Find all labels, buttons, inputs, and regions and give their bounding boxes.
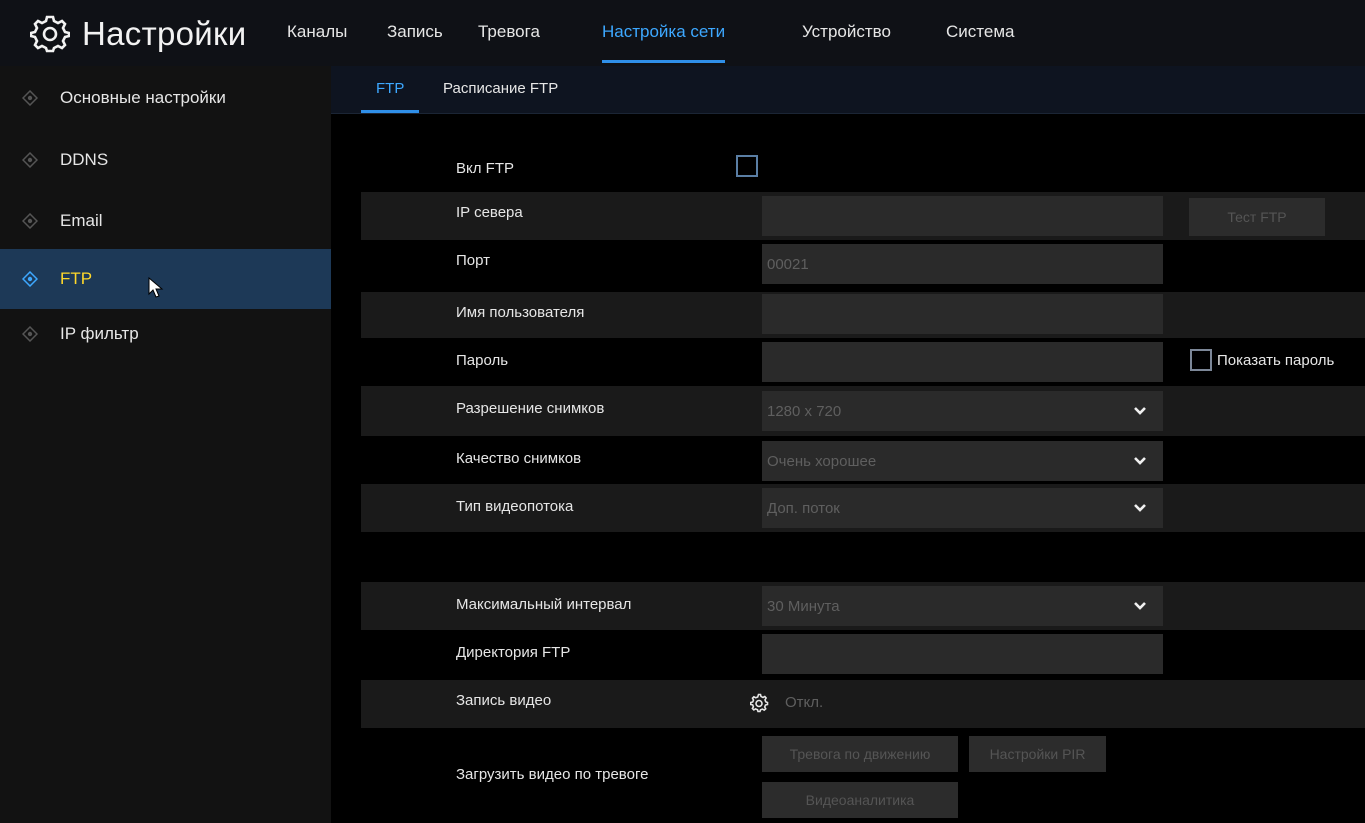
chevron-down-icon: [1134, 602, 1146, 610]
show-password-label: Показать пароль: [1217, 352, 1335, 369]
subtab-bar: FTP Расписание FTP: [331, 66, 1365, 114]
subtab-ftp-schedule[interactable]: Расписание FTP: [443, 80, 558, 97]
show-password-checkbox[interactable]: [1190, 349, 1212, 371]
username-input[interactable]: [762, 294, 1163, 334]
row-max-interval: Максимальный интервал 30 Минута: [361, 582, 1365, 630]
app-title: Настройки: [30, 12, 247, 56]
snapshot-resolution-label: Разрешение снимков: [456, 400, 605, 417]
max-interval-select[interactable]: 30 Минута: [762, 586, 1163, 626]
sidebar-item-label: FTP: [60, 269, 93, 288]
tab-record[interactable]: Запись: [387, 22, 443, 62]
stream-type-label: Тип видеопотока: [456, 498, 574, 515]
tab-system[interactable]: Система: [946, 22, 1014, 62]
ftp-directory-label: Директория FTP: [456, 644, 571, 661]
sidebar-item-email[interactable]: Email: [0, 191, 331, 251]
sidebar-item-label: Email: [60, 211, 103, 230]
page-title: Настройки: [82, 15, 247, 52]
sidebar-item-label: IP фильтр: [60, 324, 139, 343]
snapshot-quality-select[interactable]: Очень хорошее: [762, 441, 1163, 481]
enable-ftp-checkbox[interactable]: [736, 155, 758, 177]
diamond-icon: [22, 152, 38, 168]
row-alarm-upload: Загрузить видео по тревоге Тревога по дв…: [361, 728, 1365, 823]
snapshot-quality-value: Очень хорошее: [767, 452, 877, 470]
chevron-down-icon: [1134, 407, 1146, 415]
row-enable-ftp: Вкл FTP: [361, 146, 1365, 192]
server-ip-label: IP севера: [456, 204, 523, 221]
row-stream-type: Тип видеопотока Доп. поток: [361, 484, 1365, 532]
subtab-ftp[interactable]: FTP: [360, 80, 420, 113]
stream-type-value: Доп. поток: [767, 499, 840, 517]
test-ftp-button[interactable]: Тест FTP: [1189, 198, 1325, 236]
sidebar-item-ip-filter[interactable]: IP фильтр: [0, 304, 331, 364]
content-panel: FTP Расписание FTP Вкл FTP IP севера Тес…: [331, 66, 1365, 823]
tab-alarm[interactable]: Тревога: [478, 22, 540, 62]
port-input[interactable]: 00021: [762, 244, 1163, 284]
row-server-ip: IP севера Тест FTP: [361, 192, 1365, 240]
enable-ftp-label: Вкл FTP: [456, 160, 514, 177]
sidebar: Основные настройки DDNS Email FTP IP фил…: [0, 66, 331, 823]
row-username: Имя пользователя: [361, 292, 1365, 338]
sidebar-item-label: DDNS: [60, 150, 109, 169]
diamond-icon: [22, 213, 38, 229]
ftp-directory-input[interactable]: [762, 634, 1163, 674]
video-record-value: Откл.: [785, 694, 824, 711]
row-port: Порт 00021: [361, 240, 1365, 288]
motion-alarm-button[interactable]: Тревога по движению: [762, 736, 958, 772]
max-interval-value: 30 Минута: [767, 597, 840, 615]
sidebar-item-ddns[interactable]: DDNS: [0, 130, 331, 190]
row-video-record: Запись видео Откл.: [361, 680, 1365, 728]
mouse-cursor-icon: [148, 277, 164, 298]
sidebar-item-ftp[interactable]: FTP: [0, 249, 331, 309]
row-snapshot-quality: Качество снимков Очень хорошее: [361, 436, 1365, 484]
tab-network[interactable]: Настройка сети: [602, 22, 726, 63]
diamond-icon: [22, 90, 38, 106]
video-analytics-button[interactable]: Видеоаналитика: [762, 782, 958, 818]
tab-device[interactable]: Устройство: [802, 22, 891, 62]
snapshot-resolution-value: 1280 x 720: [767, 402, 842, 420]
top-bar: Настройки Каналы Запись Тревога Настройк…: [0, 0, 1365, 66]
video-record-label: Запись видео: [456, 692, 552, 709]
snapshot-resolution-select[interactable]: 1280 x 720: [762, 391, 1163, 431]
port-label: Порт: [456, 252, 491, 269]
username-label: Имя пользователя: [456, 304, 585, 321]
row-ftp-directory: Директория FTP: [361, 630, 1365, 678]
diamond-icon: [22, 326, 38, 342]
row-password: Пароль Показать пароль: [361, 338, 1365, 386]
gear-icon[interactable]: [749, 693, 769, 713]
server-ip-input[interactable]: [762, 196, 1163, 236]
snapshot-quality-label: Качество снимков: [456, 450, 582, 467]
gear-icon: [30, 15, 70, 53]
tab-channels[interactable]: Каналы: [287, 22, 347, 62]
chevron-down-icon: [1134, 457, 1146, 465]
alarm-upload-label: Загрузить видео по тревоге: [456, 766, 649, 783]
stream-type-select[interactable]: Доп. поток: [762, 488, 1163, 528]
max-interval-label: Максимальный интервал: [456, 596, 632, 613]
chevron-down-icon: [1134, 504, 1146, 512]
sidebar-item-label: Основные настройки: [60, 88, 226, 107]
password-input[interactable]: [762, 342, 1163, 382]
sidebar-item-basic[interactable]: Основные настройки: [0, 68, 331, 128]
diamond-icon: [22, 271, 38, 287]
pir-settings-button[interactable]: Настройки PIR: [969, 736, 1106, 772]
row-snapshot-resolution: Разрешение снимков 1280 x 720: [361, 386, 1365, 436]
password-label: Пароль: [456, 352, 509, 369]
